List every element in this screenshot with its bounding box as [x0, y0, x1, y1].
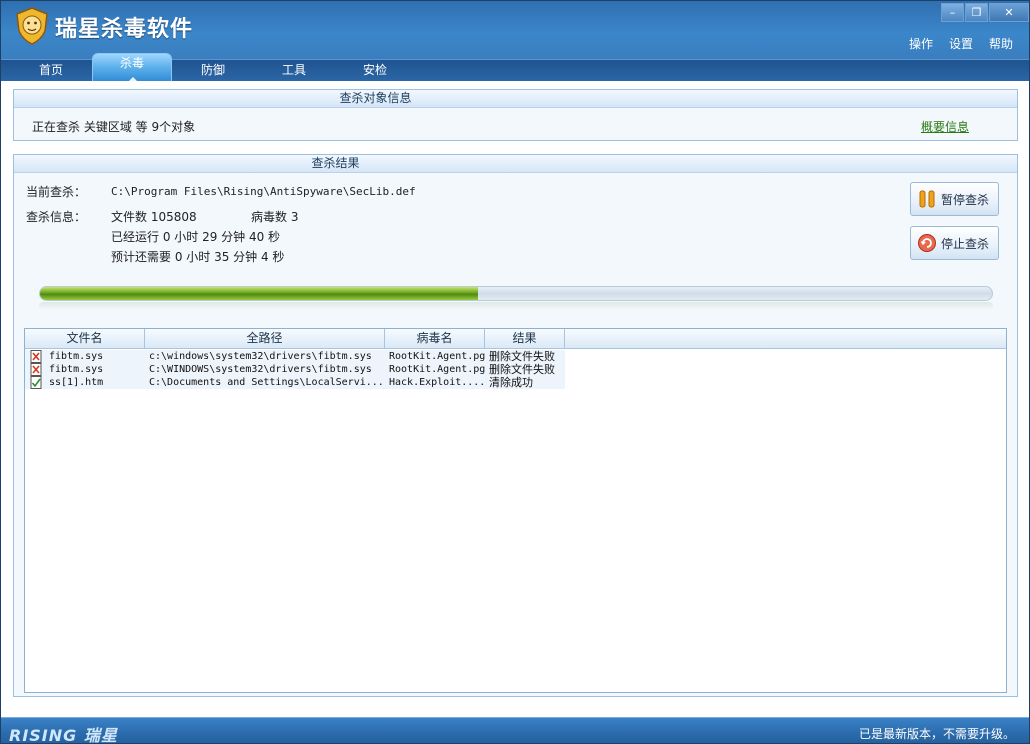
table-row[interactable]: ss[1].htm C:\Documents and Settings\Loca…: [25, 376, 565, 389]
col-fullpath[interactable]: 全路径: [145, 329, 385, 349]
table-row[interactable]: fibtm.sys C:\WINDOWS\system32\drivers\fi…: [25, 363, 565, 376]
cell-fullpath: C:\WINDOWS\system32\drivers\fibtm.sys: [149, 364, 372, 375]
scan-target-title: 查杀对象信息: [339, 91, 412, 105]
tab-tools[interactable]: 工具: [254, 60, 334, 82]
cleaned-file-icon: [30, 376, 42, 389]
menu-help[interactable]: 帮助: [989, 35, 1013, 52]
current-scan-label: 当前查杀：: [26, 185, 87, 199]
summary-info-link[interactable]: 概要信息: [921, 118, 969, 135]
tab-defense[interactable]: 防御: [173, 60, 253, 82]
pause-scan-button[interactable]: 暂停查杀: [910, 182, 999, 216]
cell-filename: fibtm.sys: [49, 364, 104, 375]
scan-progress-fill: [40, 287, 478, 300]
current-scan-path: C:\Program Files\Rising\AntiSpyware\SecL…: [111, 185, 416, 198]
title-bar: 瑞星杀毒软件 – ❐ ✕ 操作 设置 帮助 首页 杀毒 防御 工具 安检: [1, 1, 1029, 83]
virus-count: 病毒数 3: [251, 210, 299, 224]
cell-filename: fibtm.sys: [49, 351, 104, 362]
stop-scan-button[interactable]: 停止查杀: [910, 226, 999, 260]
infected-file-icon: [30, 350, 42, 363]
scan-result-header: 查杀结果: [14, 155, 1017, 173]
status-bar: RISING 瑞星 已是最新版本，不需要升级。: [1, 717, 1029, 744]
tab-security-check[interactable]: 安检: [335, 60, 415, 82]
tab-home[interactable]: 首页: [11, 60, 91, 82]
window-controls: – ❐ ✕: [940, 3, 1029, 22]
results-table: 文件名 全路径 病毒名 结果 fibtm.sys c:\windows\syst…: [24, 328, 1007, 693]
cell-result: 删除文件失败: [489, 363, 555, 376]
stop-icon: [918, 234, 936, 252]
elapsed-time: 已经运行 0 小时 29 分钟 40 秒: [111, 230, 281, 244]
minimize-button[interactable]: –: [941, 3, 964, 22]
cell-result: 删除文件失败: [489, 350, 555, 363]
table-row[interactable]: fibtm.sys c:\windows\system32\drivers\fi…: [25, 350, 565, 363]
infected-file-icon: [30, 363, 42, 376]
pause-scan-label: 暂停查杀: [941, 192, 990, 207]
remaining-time: 预计还需要 0 小时 35 分钟 4 秒: [111, 250, 285, 264]
col-filename[interactable]: 文件名: [25, 329, 145, 349]
cell-virusname: Hack.Exploit....: [389, 377, 485, 388]
tab-bar: 首页 杀毒 防御 工具 安检: [1, 53, 1029, 83]
scan-result-panel: 查杀结果 当前查杀： C:\Program Files\Rising\AntiS…: [13, 154, 1018, 697]
app-title: 瑞星杀毒软件: [55, 17, 194, 42]
menu-settings[interactable]: 设置: [949, 35, 973, 52]
restore-button[interactable]: ❐: [965, 3, 988, 22]
scan-target-status: 正在查杀 关键区域 等 9个对象: [32, 120, 196, 134]
lion-logo-icon: [16, 7, 48, 45]
scan-target-header: 查杀对象信息: [14, 90, 1017, 108]
cell-result: 清除成功: [489, 376, 533, 389]
cell-fullpath: c:\windows\system32\drivers\fibtm.sys: [149, 351, 372, 362]
progress-reflection: [39, 302, 993, 310]
scan-info-label: 查杀信息：: [26, 210, 87, 224]
cell-virusname: RootKit.Agent.pg: [389, 351, 485, 362]
main-content: 查杀对象信息 正在查杀 关键区域 等 9个对象 概要信息 查杀结果 当前查杀： …: [1, 81, 1029, 717]
menu-operations[interactable]: 操作: [909, 35, 933, 52]
scan-progress-bar: [39, 286, 993, 301]
stop-scan-label: 停止查杀: [941, 236, 990, 251]
rising-brand-logo: RISING 瑞星: [9, 726, 118, 744]
col-result[interactable]: 结果: [485, 329, 565, 349]
pause-icon: [919, 190, 935, 208]
file-count: 文件数 105808: [111, 210, 197, 224]
cell-virusname: RootKit.Agent.pg: [389, 364, 485, 375]
update-status: 已是最新版本，不需要升级。: [858, 727, 1015, 741]
top-menu: 操作 设置 帮助: [893, 35, 1013, 52]
results-header: 文件名 全路径 病毒名 结果: [25, 329, 1006, 349]
scan-result-title: 查杀结果: [311, 156, 360, 170]
cell-filename: ss[1].htm: [49, 377, 104, 388]
col-virusname[interactable]: 病毒名: [385, 329, 485, 349]
close-button[interactable]: ✕: [989, 3, 1029, 22]
tab-scan[interactable]: 杀毒: [92, 53, 172, 83]
main-window: 瑞星杀毒软件 – ❐ ✕ 操作 设置 帮助 首页 杀毒 防御 工具 安检 查杀对…: [0, 0, 1030, 744]
cell-fullpath: C:\Documents and Settings\LocalServi...: [149, 377, 383, 388]
scan-target-panel: 查杀对象信息 正在查杀 关键区域 等 9个对象 概要信息: [13, 89, 1018, 141]
